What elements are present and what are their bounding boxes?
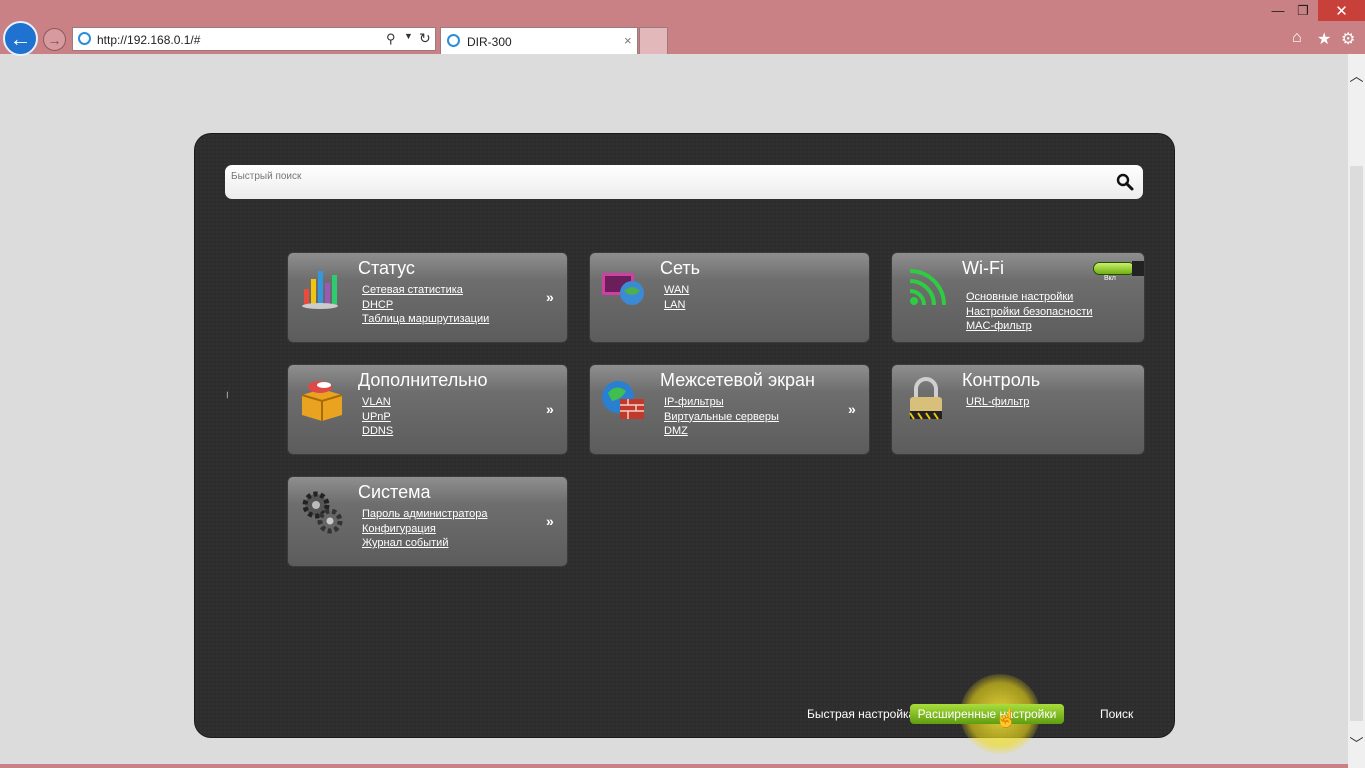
box-icon [301,381,343,421]
tile-title: Система [358,482,431,502]
restore-button[interactable]: ❐ [1291,0,1315,21]
home-icon[interactable]: ⌂ [1292,29,1302,47]
quick-search-box[interactable] [225,165,1143,199]
link-virtual-servers[interactable]: Виртуальные серверы [664,410,779,425]
advanced-settings-button[interactable]: Расширенные настройки [910,704,1064,724]
refresh-icon[interactable]: ↻ [419,30,431,47]
link-vlan[interactable]: VLAN [362,395,393,410]
tile-title: Межсетевой экран [660,370,815,390]
search-link[interactable]: Поиск [1100,707,1133,721]
tab-title: DIR-300 [467,35,512,49]
more-chevron-icon[interactable]: » [848,401,856,417]
tile-title: Wi-Fi [962,258,1004,278]
firewall-icon [602,381,644,419]
link-lan[interactable]: LAN [664,298,689,313]
lock-icon [909,377,942,420]
link-dmz[interactable]: DMZ [664,424,779,439]
back-button[interactable]: ← [3,21,38,56]
tile-title: Дополнительно [358,370,488,390]
link-wifi-basic[interactable]: Основные настройки [966,290,1093,305]
link-configuration[interactable]: Конфигурация [362,522,488,537]
router-panel: ╵ Статус Сетевая статистика DHCP Таблица… [195,134,1174,754]
tile-network[interactable]: Сеть WAN LAN [590,253,869,342]
scroll-thumb[interactable] [1350,166,1363,721]
link-routing-table[interactable]: Таблица маршрутизации [362,312,489,327]
quick-setup-link[interactable]: Быстрая настройка [807,707,915,721]
tile-advanced[interactable]: Дополнительно VLAN UPnP DDNS » [288,365,567,454]
taskbar-strip [0,764,1348,768]
browser-toolbar: ← → http://192.168.0.1/# ⚲ ▼ ↻ DIR-300 ×… [0,0,1365,56]
chart-icon [302,271,338,309]
more-chevron-icon[interactable]: » [546,513,554,529]
link-event-log[interactable]: Журнал событий [362,536,488,551]
hand-cursor-icon: ☝ [995,708,1018,728]
link-wan[interactable]: WAN [664,283,689,298]
more-chevron-icon[interactable]: » [546,289,554,305]
more-chevron-icon[interactable]: » [546,401,554,417]
wifi-icon [909,269,946,306]
network-icon [602,273,644,305]
tile-title: Контроль [962,370,1041,390]
new-tab-button[interactable] [639,27,668,54]
link-network-stats[interactable]: Сетевая статистика [362,283,489,298]
tab-dir-300[interactable]: DIR-300 × [440,27,638,54]
tile-wifi[interactable]: Wi-Fi Вкл Основные настройки Настройки б… [892,253,1144,342]
vertical-scrollbar[interactable]: ︿ ﹀ [1348,54,1365,768]
tile-control[interactable]: Контроль URL-фильтр [892,365,1144,454]
favorites-icon[interactable]: ★ [1317,29,1331,49]
ie-icon [447,34,460,47]
tile-system[interactable]: Система Пароль администратора Конфигурац… [288,477,567,566]
close-button[interactable]: ✕ [1318,0,1365,21]
address-url[interactable]: http://192.168.0.1/# [97,33,200,47]
wifi-toggle[interactable] [1094,261,1144,277]
bottom-menu: Быстрая настройка Расширенные настройки … [195,674,1174,754]
link-url-filter[interactable]: URL-фильтр [966,395,1029,410]
tile-title: Статус [358,258,415,278]
scroll-up-icon[interactable]: ︿ [1348,66,1365,86]
toggle-knob [1132,261,1144,276]
link-upnp[interactable]: UPnP [362,410,393,425]
quick-search-input[interactable] [231,167,1091,185]
arrow-right-icon: → [47,31,62,48]
link-ip-filters[interactable]: IP-фильтры [664,395,779,410]
side-marker: ╵ [224,393,231,405]
link-admin-password[interactable]: Пароль администратора [362,507,488,522]
address-bar[interactable]: http://192.168.0.1/# ⚲ ▼ ↻ [72,27,436,51]
tile-firewall[interactable]: Межсетевой экран IP-фильтры Виртуальные … [590,365,869,454]
ie-icon [78,32,91,45]
link-wifi-security[interactable]: Настройки безопасности [966,305,1093,320]
tile-title: Сеть [660,258,701,278]
dropdown-icon[interactable]: ▼ [404,31,413,41]
arrow-left-icon: ← [9,25,32,51]
search-icon[interactable]: ⚲ [386,31,396,47]
minimize-button[interactable]: — [1266,0,1290,21]
settings-icon[interactable]: ⚙ [1341,29,1355,49]
link-mac-filter[interactable]: MAC-фильтр [966,319,1093,334]
tab-close-icon[interactable]: × [624,33,632,48]
wifi-toggle-label: Вкл [1104,275,1116,282]
toggle-pill [1094,263,1134,274]
scroll-down-icon[interactable]: ﹀ [1348,734,1365,754]
gears-icon [302,491,343,534]
tile-status[interactable]: Статус Сетевая статистика DHCP Таблица м… [288,253,567,342]
link-ddns[interactable]: DDNS [362,424,393,439]
forward-button[interactable]: → [43,28,66,51]
link-dhcp[interactable]: DHCP [362,298,489,313]
magnifier-icon[interactable] [1115,172,1135,192]
